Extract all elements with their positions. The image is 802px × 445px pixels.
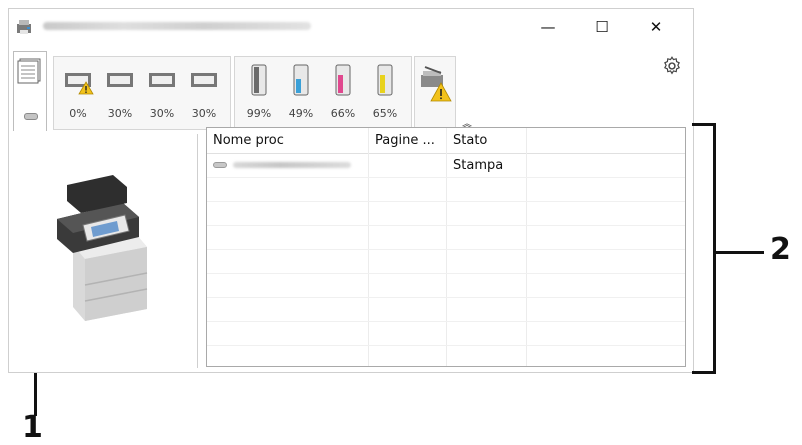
toner-icon (335, 64, 351, 96)
row-divider (207, 177, 685, 178)
toner-icon (293, 64, 309, 96)
toner-item-yellow[interactable]: 65% (367, 59, 403, 125)
toner-item-black[interactable]: 99% (241, 59, 277, 125)
toner-icon (377, 64, 393, 96)
tray-level-3: 30% (149, 107, 175, 120)
tray-item-2[interactable]: 30% (102, 63, 138, 123)
callout-label-2: 2 (770, 232, 791, 267)
tray-level-1: 0% (69, 107, 87, 120)
row-divider (207, 249, 685, 250)
printer-app-icon (17, 20, 31, 34)
status-monitor-window: — ☐ ✕ 0% 30% 30% 30% 99% 49% 66% 65% ︽ N… (8, 8, 694, 373)
column-header-job-name[interactable]: Nome proc (207, 128, 369, 153)
toner-icon (251, 64, 267, 96)
printer-image-pane (9, 135, 199, 370)
row-divider (207, 321, 685, 322)
tray-icon (149, 73, 175, 87)
column-header-status[interactable]: Stato (447, 128, 527, 153)
document-stack-icon (17, 58, 41, 84)
job-status-cell: Stampa (453, 158, 504, 173)
callout-bracket-2 (692, 123, 716, 374)
row-divider (207, 273, 685, 274)
tray-item-4[interactable]: 30% (186, 63, 222, 123)
tray-icon (191, 73, 217, 87)
maximize-button[interactable]: ☐ (579, 9, 625, 45)
window-title-blurred (43, 22, 311, 30)
job-name-cell (207, 154, 369, 177)
job-list-table[interactable]: Nome proc Pagine ... Stato Stampa (206, 127, 686, 367)
toner-item-magenta[interactable]: 66% (325, 59, 361, 125)
column-header-pages[interactable]: Pagine ... (369, 128, 447, 153)
job-indicator-icon (24, 113, 38, 120)
paper-tray-group[interactable]: 0% 30% 30% 30% (53, 56, 231, 130)
title-bar: — ☐ ✕ (9, 9, 693, 45)
column-header-empty[interactable] (527, 128, 685, 153)
warning-icon (78, 81, 94, 95)
gear-icon[interactable] (661, 55, 683, 77)
printer-device-image (57, 175, 148, 321)
job-name-blurred (233, 162, 351, 168)
row-divider (207, 297, 685, 298)
tray-item-1[interactable]: 0% (60, 63, 96, 123)
tray-level-4: 30% (191, 107, 217, 120)
tray-level-2: 30% (107, 107, 133, 120)
toner-level-black: 99% (246, 107, 272, 120)
minimize-button[interactable]: — (525, 9, 571, 45)
toner-level-yellow: 65% (372, 107, 398, 120)
status-toolbar: 0% 30% 30% 30% 99% 49% 66% 65% ︽ (9, 47, 693, 131)
callout-label-1: 1 (22, 410, 43, 445)
row-divider (207, 201, 685, 202)
pane-divider[interactable] (197, 134, 198, 368)
row-divider (207, 225, 685, 226)
toner-item-cyan[interactable]: 49% (283, 59, 319, 125)
toner-level-magenta: 66% (330, 107, 356, 120)
toner-level-cyan: 49% (288, 107, 314, 120)
job-icon (213, 162, 227, 168)
device-status-group[interactable] (414, 56, 456, 130)
callout-line-2 (716, 251, 764, 254)
tab-job-list[interactable] (13, 51, 47, 131)
table-row[interactable]: Stampa (207, 154, 685, 177)
toner-group[interactable]: 99% 49% 66% 65% (234, 56, 412, 130)
tray-icon (107, 73, 133, 87)
scanner-warning-icon (421, 66, 452, 102)
close-button[interactable]: ✕ (633, 9, 679, 45)
row-divider (207, 345, 685, 346)
job-pages-cell (369, 154, 447, 177)
tray-item-3[interactable]: 30% (144, 63, 180, 123)
